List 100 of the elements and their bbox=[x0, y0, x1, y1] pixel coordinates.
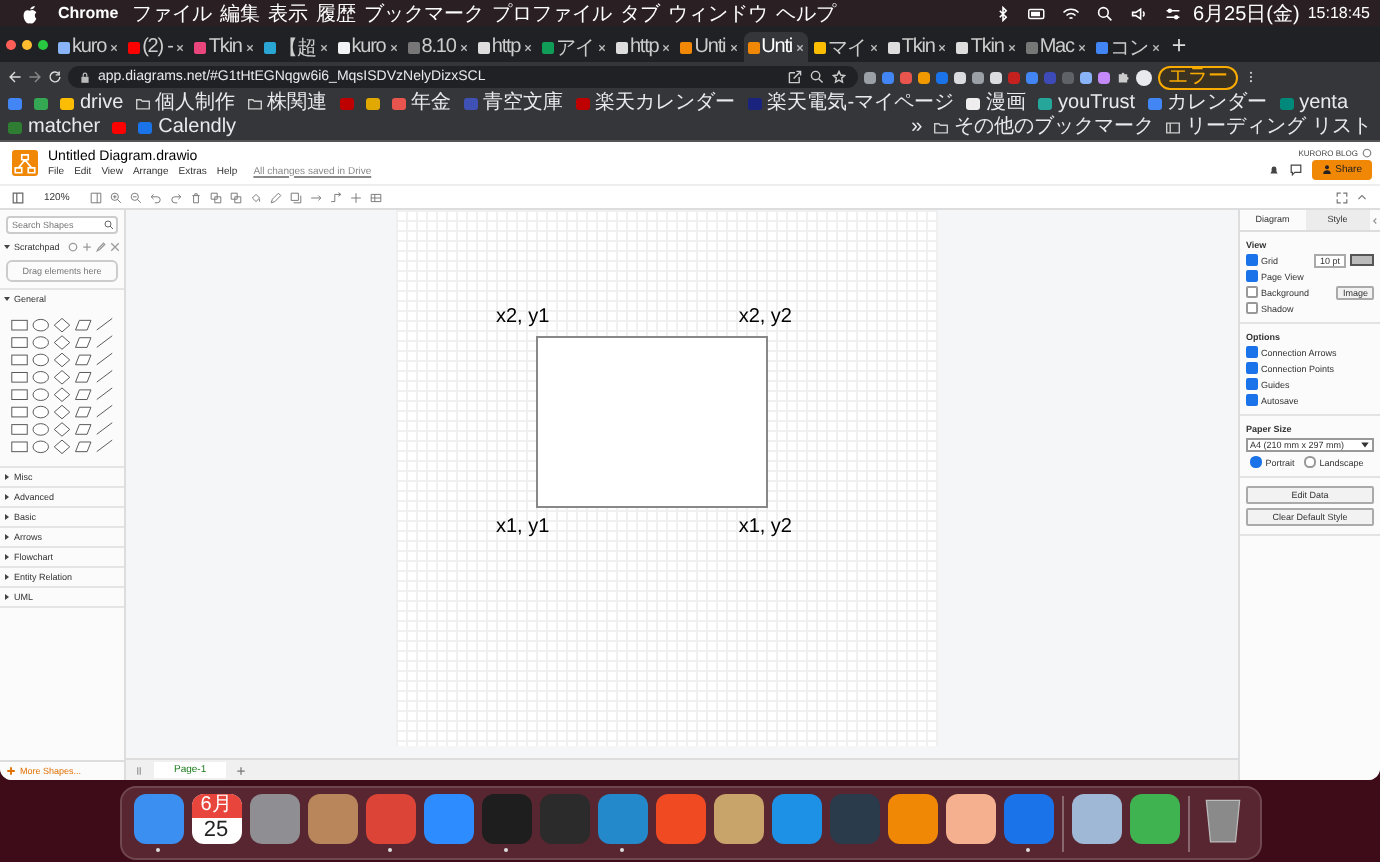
close-icon[interactable] bbox=[662, 43, 671, 51]
browser-tab[interactable]: マイ bbox=[810, 32, 882, 62]
app-menu[interactable]: Chrome bbox=[58, 4, 119, 22]
bookmark[interactable]: 楽天カレンダー bbox=[575, 92, 736, 116]
fill-color-icon[interactable] bbox=[249, 191, 262, 203]
app-icon[interactable] bbox=[655, 794, 705, 844]
forward-icon[interactable] bbox=[28, 70, 42, 84]
app-icon[interactable] bbox=[365, 794, 415, 844]
wifi-icon[interactable] bbox=[1061, 5, 1079, 21]
menu-item[interactable]: ヘルプ bbox=[776, 0, 837, 27]
browser-tab[interactable]: Unti bbox=[676, 32, 742, 62]
pages-menu-icon[interactable] bbox=[134, 765, 144, 775]
checkbox[interactable] bbox=[1246, 302, 1257, 314]
corner-label[interactable]: x2, y2 bbox=[738, 306, 792, 328]
checkbox[interactable] bbox=[1246, 378, 1257, 390]
menu-item[interactable]: 履歴 bbox=[316, 0, 357, 27]
browser-tab[interactable]: http bbox=[611, 32, 675, 62]
bookmark[interactable]: drive bbox=[60, 92, 124, 116]
bookmark[interactable]: Calendly bbox=[138, 116, 237, 140]
zoom-out-icon[interactable] bbox=[129, 191, 142, 203]
browser-tab[interactable]: Tkin bbox=[952, 32, 1020, 62]
zoom-in-icon[interactable] bbox=[109, 191, 122, 203]
bookmarks-overflow[interactable]: » bbox=[911, 116, 923, 140]
star-icon[interactable] bbox=[832, 70, 846, 84]
bookmark[interactable]: 漫画 bbox=[966, 92, 1027, 116]
checkbox[interactable] bbox=[1246, 270, 1257, 282]
close-icon[interactable] bbox=[245, 43, 254, 51]
close-icon[interactable] bbox=[524, 43, 533, 51]
bluetooth-icon[interactable] bbox=[993, 5, 1011, 21]
shape-palette-drawing[interactable] bbox=[6, 312, 118, 460]
puzzle-icon[interactable] bbox=[1116, 70, 1130, 84]
menu-item[interactable]: ウィンドウ bbox=[668, 0, 769, 27]
close-icon[interactable] bbox=[1007, 43, 1016, 51]
plus-icon[interactable] bbox=[349, 191, 362, 203]
to-back-icon[interactable] bbox=[229, 191, 242, 203]
profile-error-button[interactable]: エラー bbox=[1158, 65, 1238, 89]
open-external-icon[interactable] bbox=[788, 70, 802, 84]
app-icon[interactable] bbox=[249, 794, 299, 844]
app-icon[interactable] bbox=[1129, 794, 1179, 844]
close-icon[interactable] bbox=[389, 43, 398, 51]
browser-tab[interactable]: kuro bbox=[333, 32, 402, 62]
corner-label[interactable]: x1, y2 bbox=[738, 516, 792, 538]
control-center-icon[interactable] bbox=[1163, 5, 1181, 21]
browser-tab[interactable]: アイ bbox=[538, 32, 610, 62]
radio-button[interactable] bbox=[1250, 456, 1262, 468]
browser-tab[interactable]: 【超 bbox=[259, 32, 332, 62]
profile-avatar[interactable] bbox=[1136, 69, 1152, 85]
bookmark-icon[interactable] bbox=[365, 98, 380, 110]
bookmark[interactable]: 年金 bbox=[391, 92, 452, 116]
window-minimize-button[interactable] bbox=[22, 39, 32, 49]
sidebar-toggle-icon[interactable] bbox=[12, 191, 24, 203]
format-panel-icon[interactable] bbox=[89, 191, 102, 203]
collapse-icon[interactable] bbox=[1370, 215, 1380, 225]
new-tab-icon[interactable] bbox=[1171, 37, 1186, 51]
checkbox[interactable] bbox=[1246, 254, 1257, 266]
close-icon[interactable] bbox=[1151, 43, 1160, 51]
close-icon[interactable] bbox=[319, 43, 328, 51]
close-icon[interactable] bbox=[597, 43, 606, 51]
browser-tab[interactable]: Mac bbox=[1021, 32, 1090, 62]
bookmark[interactable]: 個人制作 bbox=[135, 92, 236, 116]
checkbox[interactable] bbox=[1246, 286, 1257, 298]
bell-icon[interactable] bbox=[1267, 163, 1280, 175]
bookmark[interactable]: matcher bbox=[8, 116, 101, 140]
browser-tab[interactable]: (2) - bbox=[124, 32, 189, 62]
settings-icon[interactable] bbox=[1362, 147, 1372, 157]
app-icon[interactable] bbox=[887, 794, 937, 844]
calendar-app-icon[interactable]: 6月 25 bbox=[191, 794, 241, 844]
bookmark[interactable]: 楽天電気-マイページ bbox=[747, 92, 955, 116]
app-icon[interactable] bbox=[307, 794, 357, 844]
bookmark[interactable]: 株関連 bbox=[247, 92, 328, 116]
bookmark-icon[interactable] bbox=[34, 98, 48, 110]
close-icon[interactable] bbox=[1077, 43, 1086, 51]
add-icon[interactable] bbox=[82, 242, 92, 252]
volume-icon[interactable] bbox=[1129, 5, 1147, 21]
table-icon[interactable] bbox=[369, 191, 382, 203]
rectangle-shape[interactable] bbox=[536, 336, 768, 508]
window-close-button[interactable] bbox=[6, 39, 16, 49]
bookmark[interactable]: 青空文庫 bbox=[463, 92, 564, 116]
app-icon[interactable] bbox=[597, 794, 647, 844]
comment-icon[interactable] bbox=[1289, 163, 1302, 175]
to-front-icon[interactable] bbox=[209, 191, 222, 203]
checkbox[interactable] bbox=[1246, 394, 1257, 406]
bookmark-icon[interactable] bbox=[8, 98, 22, 110]
app-icon[interactable] bbox=[771, 794, 821, 844]
fullscreen-icon[interactable] bbox=[1336, 191, 1348, 203]
bookmark[interactable]: カレンダー bbox=[1147, 92, 1268, 116]
menu-item[interactable]: ブックマーク bbox=[364, 0, 485, 27]
other-bookmarks-folder[interactable]: その他のブックマーク bbox=[934, 116, 1155, 140]
app-icon[interactable] bbox=[713, 794, 763, 844]
radio-button[interactable] bbox=[1304, 456, 1316, 468]
help-icon[interactable] bbox=[68, 242, 78, 252]
browser-tab[interactable]: コン bbox=[1091, 32, 1164, 62]
browser-tab[interactable]: kuro bbox=[54, 32, 123, 62]
browser-tab[interactable]: Unti bbox=[743, 32, 809, 62]
lock-icon[interactable] bbox=[80, 71, 90, 83]
menu-item[interactable]: プロファイル bbox=[492, 0, 613, 27]
close-icon[interactable] bbox=[796, 43, 805, 51]
connector-icon[interactable] bbox=[309, 191, 322, 203]
shadow-icon[interactable] bbox=[289, 191, 302, 203]
back-icon[interactable] bbox=[8, 70, 22, 84]
